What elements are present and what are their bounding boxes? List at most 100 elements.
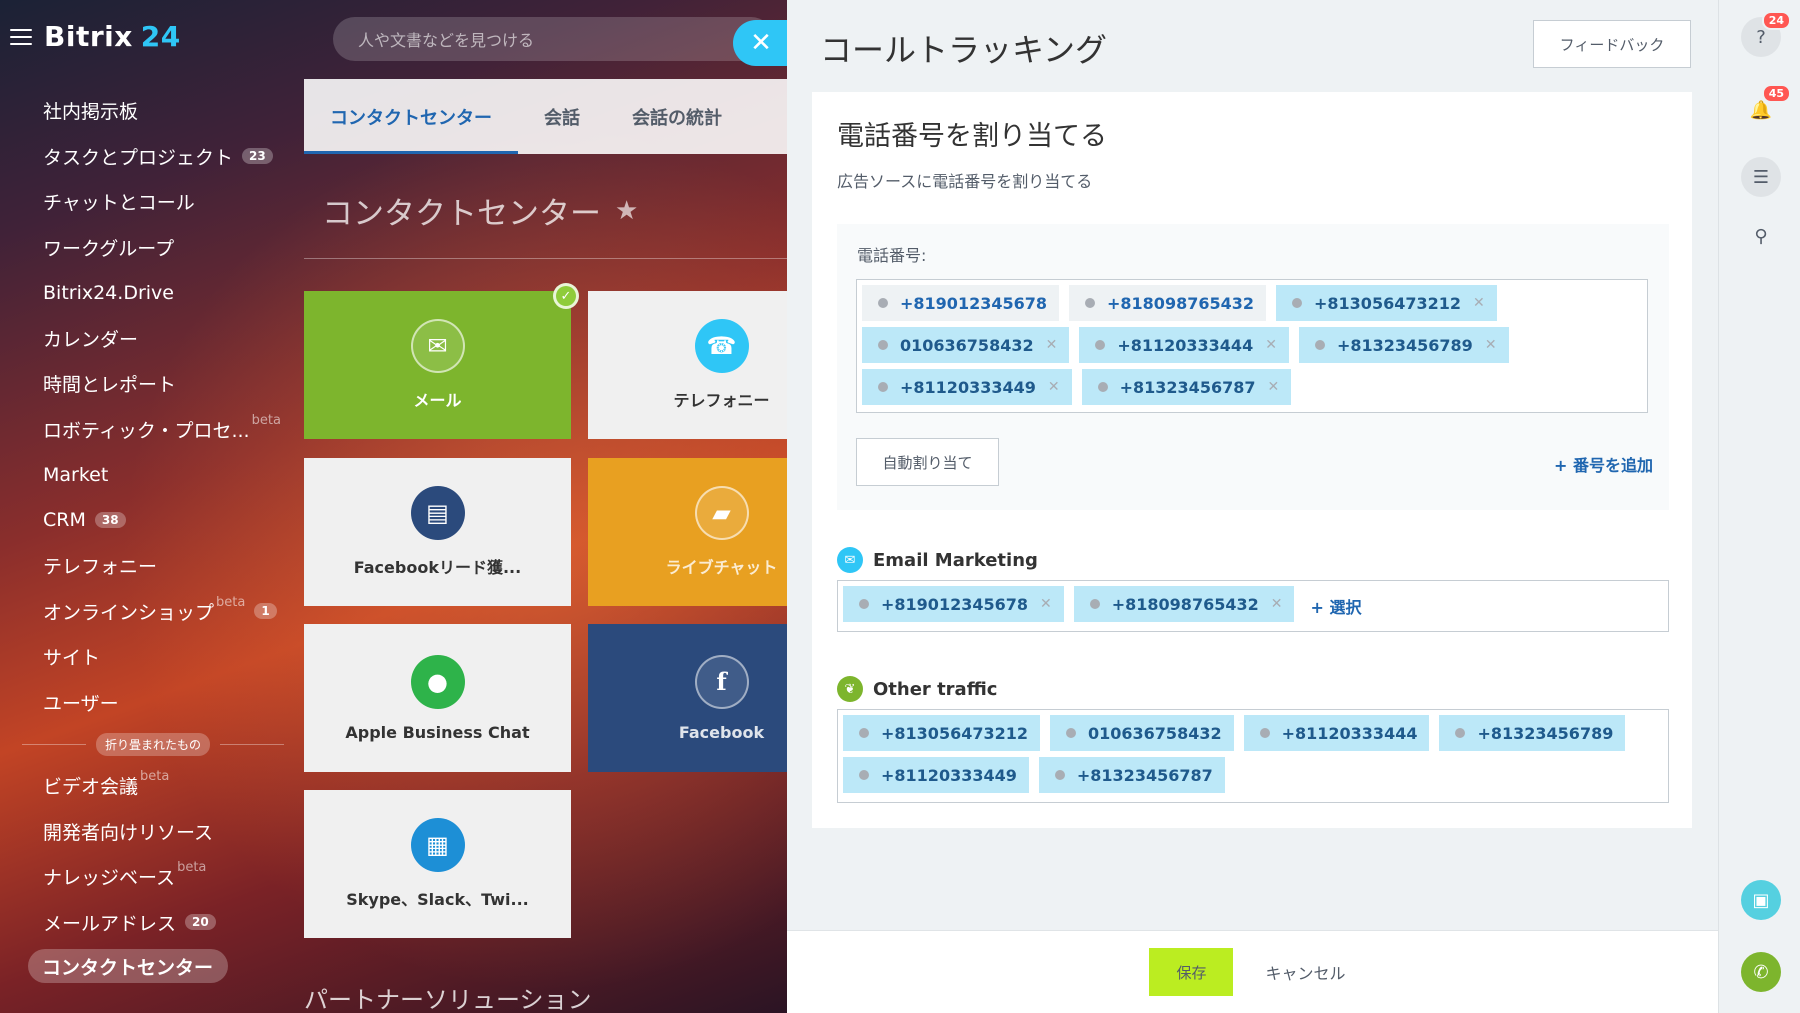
- sidebar-item-7[interactable]: ロボティック・プロセ... beta: [0, 407, 300, 453]
- sidebar-item-10[interactable]: テレフォニー: [0, 543, 300, 589]
- sidebar-item-4[interactable]: Bitrix24.Drive: [0, 270, 300, 316]
- phone-chip[interactable]: +813056473212 ✕: [1276, 285, 1497, 321]
- phone-chip[interactable]: +81120333444 ✕: [1079, 327, 1289, 363]
- collapsed-label: 折り畳まれたもの: [96, 732, 211, 756]
- check-icon: ✓: [553, 283, 579, 309]
- phone-number: +818098765432: [1111, 594, 1259, 614]
- sidebar-item-5[interactable]: カレンダー: [0, 316, 300, 362]
- sidebar-header: Bitrix 24: [10, 20, 181, 53]
- remove-icon[interactable]: ✕: [1046, 337, 1058, 353]
- search-input[interactable]: 人や文書などを見つける: [333, 17, 773, 61]
- phone-chip[interactable]: +813056473212: [843, 715, 1040, 751]
- remove-icon[interactable]: ✕: [1473, 295, 1485, 311]
- phone-chip[interactable]: +819012345678: [862, 285, 1059, 321]
- document-icon[interactable]: ▣: [1741, 880, 1781, 920]
- phone-numbers-box: 電話番号: +819012345678 +818098765432 +8130564…: [837, 224, 1669, 510]
- phone-chip[interactable]: +818098765432 ✕: [1073, 586, 1295, 622]
- phone-number: +81323456789: [1477, 723, 1614, 743]
- tab-contact-center[interactable]: コンタクトセンター: [304, 79, 518, 154]
- tile-mail[interactable]: ✓ ✉ メール: [304, 283, 579, 439]
- phone-chip[interactable]: +818098765432: [1069, 285, 1266, 321]
- tile-messengers[interactable]: ▦ Skype、Slack、Twi...: [304, 790, 571, 938]
- tile-apple-business-chat[interactable]: ● Apple Business Chat: [304, 624, 571, 772]
- tile-facebook-leads[interactable]: ▤ Facebookリード獲...: [304, 458, 571, 606]
- phone-chip[interactable]: +81323456789 ✕: [1298, 327, 1509, 363]
- phone-number: +813056473212: [1314, 293, 1461, 313]
- sidebar-item-label: ユーザー: [43, 692, 119, 715]
- status-dot: [859, 599, 869, 609]
- call-icon[interactable]: ✆: [1741, 952, 1781, 992]
- logo[interactable]: Bitrix 24: [44, 20, 181, 53]
- star-icon[interactable]: ★: [615, 196, 638, 226]
- sidebar-item-0[interactable]: 社内掲示板: [0, 88, 300, 134]
- right-toolbar: ? 24 🔔 45 ☰ ⚲ ▣ ✆: [1718, 0, 1800, 1013]
- auto-assign-button[interactable]: 自動割り当て: [856, 438, 999, 486]
- partner-heading: パートナーソリューション: [304, 986, 592, 1013]
- add-number-link[interactable]: + 番号を追加: [1554, 452, 1653, 476]
- status-dot: [1054, 770, 1065, 780]
- phone-chip[interactable]: 010636758432: [1050, 715, 1234, 751]
- phone-number: +819012345678: [900, 293, 1047, 313]
- sidebar-item-8[interactable]: Market: [0, 452, 300, 498]
- tab-conversations[interactable]: 会話: [518, 79, 606, 154]
- other-traffic-numbers[interactable]: +813056473212 010636758432 +81120333444 +81…: [837, 709, 1669, 803]
- search-icon[interactable]: ⚲: [1741, 216, 1781, 256]
- help-icon[interactable]: ? 24: [1741, 11, 1791, 57]
- phone-chip[interactable]: 010636758432 ✕: [862, 327, 1070, 363]
- sidebar-item-label: オンラインショップ: [43, 601, 215, 624]
- feedback-button[interactable]: フィードバック: [1533, 20, 1691, 68]
- status-dot: [1089, 599, 1100, 609]
- sidebar-item-1[interactable]: タスクとプロジェクト 23: [0, 134, 300, 180]
- phone-number: +81120333449: [881, 765, 1017, 785]
- sidebar-item-label: カレンダー: [43, 328, 139, 351]
- remove-icon[interactable]: ✕: [1048, 379, 1060, 395]
- sidebar-item-12[interactable]: サイト: [0, 634, 300, 680]
- collapsed-divider[interactable]: 折り畳まれたもの: [22, 729, 285, 759]
- sidebar-item-label: ナレッジベース: [43, 867, 176, 890]
- menu-icon[interactable]: [10, 28, 32, 45]
- phone-chip[interactable]: +81120333444: [1243, 715, 1430, 751]
- phone-icon: ☎: [694, 319, 749, 373]
- remove-icon[interactable]: ✕: [1271, 596, 1283, 612]
- tab-conversation-stats[interactable]: 会話の統計: [606, 79, 748, 154]
- remove-icon[interactable]: ✕: [1265, 337, 1277, 353]
- phone-chip[interactable]: +81323456789: [1439, 715, 1626, 751]
- sidebar-item-11[interactable]: オンラインショップ beta 1: [0, 589, 300, 635]
- cancel-button[interactable]: キャンセル: [1255, 950, 1355, 994]
- phone-chip[interactable]: +81120333449: [843, 757, 1029, 793]
- phone-chip[interactable]: +819012345678 ✕: [843, 586, 1064, 622]
- sidebar-item-contact-center[interactable]: コンタクトセンター: [28, 949, 228, 983]
- phone-label: 電話番号:: [857, 246, 927, 265]
- messages-icon[interactable]: ☰: [1741, 157, 1781, 197]
- bell-icon[interactable]: 🔔 45: [1741, 84, 1791, 130]
- remove-icon[interactable]: ✕: [1040, 596, 1052, 612]
- sidebar-item-3[interactable]: ワークグループ: [0, 225, 300, 271]
- sidebar-menu: 社内掲示板 タスクとプロジェクト 23 チャットとコール ワークグループ Bitrix24…: [0, 88, 300, 983]
- facebook-form-icon: ▤: [410, 486, 465, 540]
- sidebar-item-13[interactable]: ユーザー: [0, 680, 300, 726]
- phone-numbers-field[interactable]: +819012345678 +818098765432 +813056473212 ✕…: [856, 279, 1648, 413]
- phone-chip[interactable]: +81323456787 ✕: [1081, 369, 1292, 405]
- remove-icon[interactable]: ✕: [1485, 337, 1497, 353]
- sidebar-collapsed-item-3[interactable]: メールアドレス 20: [0, 900, 300, 946]
- sidebar-collapsed-item-2[interactable]: ナレッジベース beta: [0, 854, 300, 900]
- phone-chip[interactable]: +81120333449 ✕: [862, 369, 1072, 405]
- status-dot: [1097, 382, 1108, 392]
- sidebar-item-2[interactable]: チャットとコール: [0, 179, 300, 225]
- remove-icon[interactable]: ✕: [1267, 379, 1279, 395]
- tile-live-chat[interactable]: ▰ ライブチャット: [588, 458, 787, 606]
- sidebar-collapsed-item-1[interactable]: 開発者向けリソース: [0, 809, 300, 855]
- tile-telephony[interactable]: ☎ テレフォニー: [588, 291, 787, 439]
- sidebar-item-9[interactable]: CRM 38: [0, 498, 300, 544]
- phone-number: +813056473212: [881, 723, 1028, 743]
- select-link[interactable]: + 選択: [1310, 594, 1361, 618]
- phone-number: 010636758432: [1088, 723, 1222, 743]
- close-icon[interactable]: ✕: [733, 20, 789, 66]
- email-marketing-numbers[interactable]: +819012345678 ✕ +818098765432 ✕ + 選択: [837, 580, 1669, 632]
- save-button[interactable]: 保存: [1149, 948, 1234, 996]
- sidebar-collapsed-item-0[interactable]: ビデオ会議 beta: [0, 763, 300, 809]
- phone-number: 010636758432: [900, 335, 1034, 355]
- tile-facebook[interactable]: f Facebook: [588, 624, 787, 772]
- sidebar-item-6[interactable]: 時間とレポート: [0, 361, 300, 407]
- phone-chip[interactable]: +81323456787: [1038, 757, 1225, 793]
